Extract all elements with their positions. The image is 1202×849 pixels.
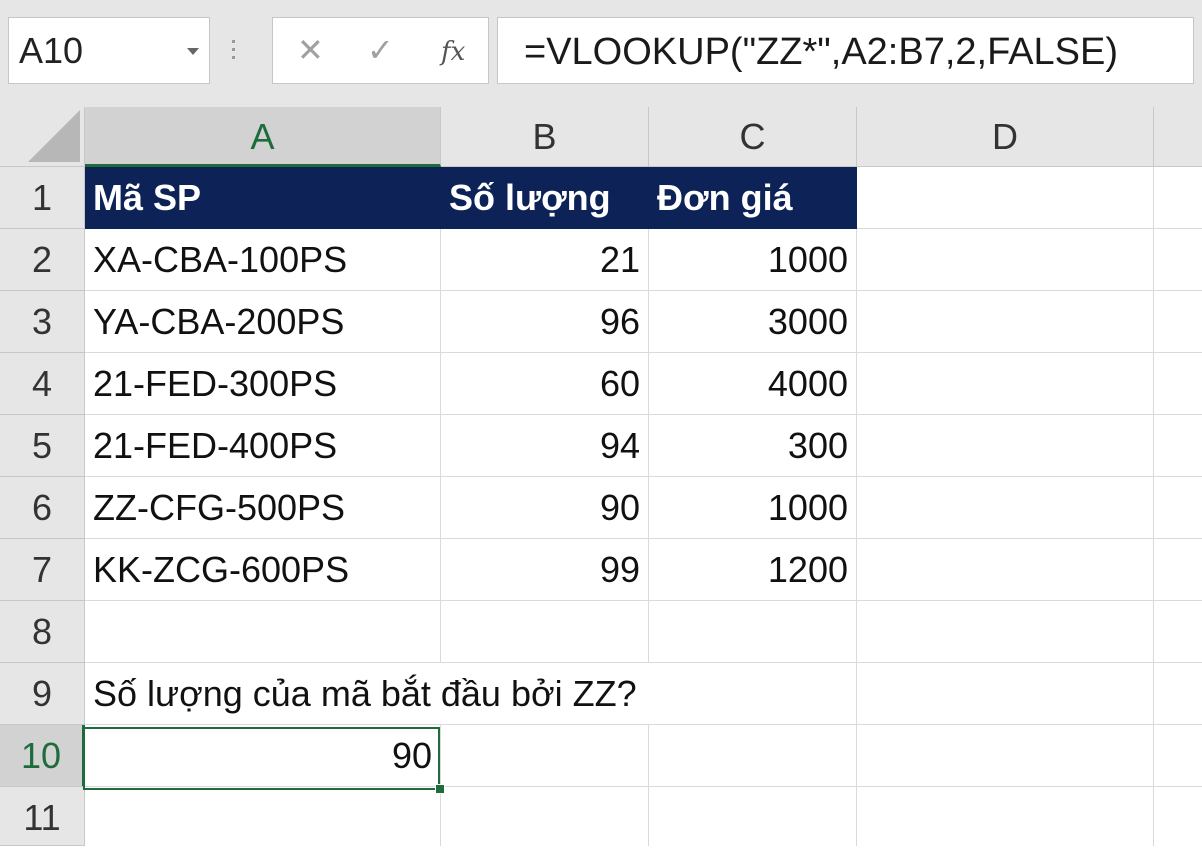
table-cell-qty[interactable]: 96 [441, 291, 649, 353]
cell-e4[interactable] [1154, 353, 1202, 415]
cell-d9[interactable] [857, 663, 1154, 725]
cell-b11[interactable] [441, 787, 649, 846]
cell-e7[interactable] [1154, 539, 1202, 601]
spreadsheet-grid: A B C D 1 2 3 4 5 6 7 8 9 10 11 Mã SP Số… [0, 107, 1202, 846]
cell-b10[interactable] [441, 725, 649, 787]
row-header-8[interactable]: 8 [0, 601, 85, 663]
cell-b8[interactable] [441, 601, 649, 663]
cell-d5[interactable] [857, 415, 1154, 477]
table-cell-price[interactable]: 1000 [649, 477, 857, 539]
row-header-4[interactable]: 4 [0, 353, 85, 415]
drag-handle-icon[interactable] [232, 40, 236, 62]
column-header-e[interactable] [1154, 107, 1202, 167]
table-cell-price[interactable]: 300 [649, 415, 857, 477]
select-all-button[interactable] [0, 107, 85, 167]
row-header-5[interactable]: 5 [0, 415, 85, 477]
row-header-7[interactable]: 7 [0, 539, 85, 601]
question-cell[interactable]: Số lượng của mã bắt đầu bởi ZZ? [85, 663, 637, 725]
chevron-down-icon[interactable] [187, 48, 199, 55]
cell-e10[interactable] [1154, 725, 1202, 787]
cell-d11[interactable] [857, 787, 1154, 846]
cell-d4[interactable] [857, 353, 1154, 415]
cell-d10[interactable] [857, 725, 1154, 787]
column-header-a[interactable]: A [85, 107, 441, 167]
table-cell-price[interactable]: 3000 [649, 291, 857, 353]
cell-d1[interactable] [857, 167, 1154, 229]
cell-c11[interactable] [649, 787, 857, 846]
result-cell[interactable]: 90 [85, 725, 441, 787]
row-header-6[interactable]: 6 [0, 477, 85, 539]
formula-text: =VLOOKUP("ZZ*",A2:B7,2,FALSE) [524, 31, 1119, 73]
table-cell-code[interactable]: KK-ZCG-600PS [85, 539, 441, 601]
table-cell-qty[interactable]: 21 [441, 229, 649, 291]
column-header-c[interactable]: C [649, 107, 857, 167]
cell-e1[interactable] [1154, 167, 1202, 229]
cell-d8[interactable] [857, 601, 1154, 663]
name-box[interactable]: A10 [8, 17, 210, 84]
cell-a11[interactable] [85, 787, 441, 846]
cell-d3[interactable] [857, 291, 1154, 353]
row-header-10[interactable]: 10 [0, 725, 85, 787]
cell-e8[interactable] [1154, 601, 1202, 663]
row-header-2[interactable]: 2 [0, 229, 85, 291]
fill-handle[interactable] [435, 784, 445, 794]
enter-icon[interactable]: ✓ [367, 30, 394, 70]
cell-a8[interactable] [85, 601, 441, 663]
column-header-d[interactable]: D [857, 107, 1154, 167]
column-header-b[interactable]: B [441, 107, 649, 167]
table-cell-price[interactable]: 4000 [649, 353, 857, 415]
table-cell-price[interactable]: 1200 [649, 539, 857, 601]
table-cell-price[interactable]: 1000 [649, 229, 857, 291]
cell-d2[interactable] [857, 229, 1154, 291]
table-cell-qty[interactable]: 90 [441, 477, 649, 539]
insert-function-icon[interactable]: fx [441, 32, 465, 72]
cell-e2[interactable] [1154, 229, 1202, 291]
cell-c9[interactable] [649, 663, 857, 725]
formula-buttons: ✕ ✓ fx [272, 17, 489, 84]
cancel-icon[interactable]: ✕ [297, 30, 324, 70]
table-cell-qty[interactable]: 99 [441, 539, 649, 601]
row-header-11[interactable]: 11 [0, 787, 85, 846]
table-cell-code[interactable]: XA-CBA-100PS [85, 229, 441, 291]
table-header-cell[interactable]: Đơn giá [649, 167, 857, 229]
cell-d7[interactable] [857, 539, 1154, 601]
table-cell-code[interactable]: 21-FED-300PS [85, 353, 441, 415]
cell-e6[interactable] [1154, 477, 1202, 539]
cell-e9[interactable] [1154, 663, 1202, 725]
row-header-3[interactable]: 3 [0, 291, 85, 353]
table-cell-qty[interactable]: 60 [441, 353, 649, 415]
table-cell-code[interactable]: 21-FED-400PS [85, 415, 441, 477]
row-header-1[interactable]: 1 [0, 167, 85, 229]
table-cell-code[interactable]: ZZ-CFG-500PS [85, 477, 441, 539]
cell-e5[interactable] [1154, 415, 1202, 477]
table-header-cell[interactable]: Số lượng [441, 167, 649, 229]
cell-c10[interactable] [649, 725, 857, 787]
table-cell-qty[interactable]: 94 [441, 415, 649, 477]
name-box-value: A10 [19, 30, 84, 71]
formula-bar-area: A10 ✕ ✓ fx =VLOOKUP("ZZ*",A2:B7,2,FALSE) [0, 0, 1202, 107]
cell-e11[interactable] [1154, 787, 1202, 846]
cell-d6[interactable] [857, 477, 1154, 539]
formula-input[interactable]: =VLOOKUP("ZZ*",A2:B7,2,FALSE) [497, 17, 1194, 84]
row-header-9[interactable]: 9 [0, 663, 85, 725]
table-cell-code[interactable]: YA-CBA-200PS [85, 291, 441, 353]
cell-c8[interactable] [649, 601, 857, 663]
cell-e3[interactable] [1154, 291, 1202, 353]
table-header-cell[interactable]: Mã SP [85, 167, 441, 229]
select-all-icon [28, 110, 80, 162]
